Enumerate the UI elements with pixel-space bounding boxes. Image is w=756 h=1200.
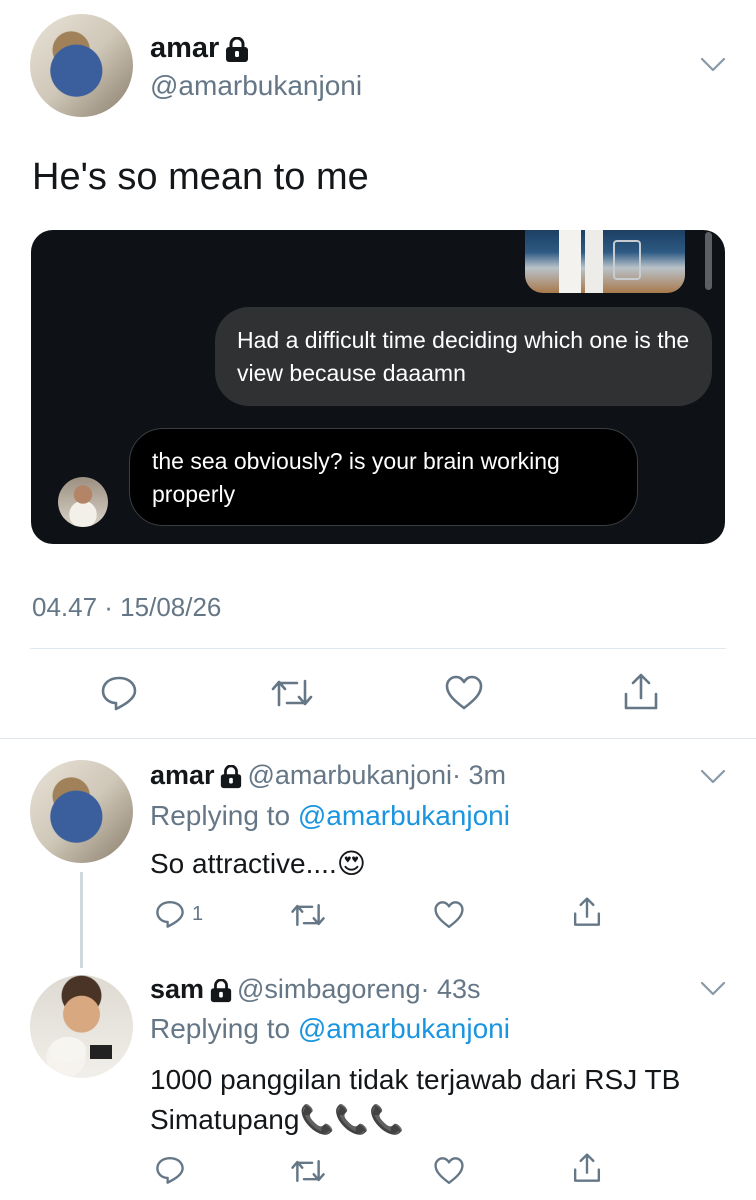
author-handle[interactable]: @simbagoreng: [237, 974, 421, 1004]
author-name[interactable]: amar: [150, 760, 215, 790]
avatar[interactable]: [30, 14, 133, 117]
author-name[interactable]: sam: [150, 974, 204, 1004]
reply-header: amar @amarbukanjoni· 3m: [150, 760, 506, 794]
retweet-icon[interactable]: [290, 1157, 326, 1185]
tweet-text: He's so mean to me: [32, 156, 369, 198]
tweet-author[interactable]: amar: [150, 32, 250, 68]
reply-text-body: 1000 panggilan tidak terjawab dari RSJ T…: [150, 1064, 681, 1135]
telephone-emoji: 📞📞📞: [299, 1104, 405, 1135]
lock-icon: [209, 978, 233, 1008]
message-received: the sea obviously? is your brain working…: [129, 428, 638, 526]
chevron-down-icon[interactable]: [700, 980, 726, 998]
reply-text: So attractive....😍: [150, 844, 366, 884]
author-handle[interactable]: @amarbukanjoni: [150, 70, 362, 102]
reply-header: sam @simbagoreng· 43s: [150, 974, 481, 1008]
divider: [0, 738, 756, 739]
like-icon[interactable]: [433, 1156, 465, 1186]
media-card[interactable]: Had a difficult time deciding which one …: [31, 230, 725, 544]
reply-icon[interactable]: [155, 899, 185, 929]
share-icon[interactable]: [572, 1152, 602, 1184]
message-sent: Had a difficult time deciding which one …: [215, 307, 712, 406]
replying-to-link[interactable]: @amarbukanjoni: [298, 1013, 510, 1044]
lock-icon: [224, 36, 250, 68]
reply-count: 1: [192, 903, 204, 925]
lock-icon: [219, 764, 243, 794]
retweet-icon[interactable]: [290, 901, 326, 929]
replying-to-link[interactable]: @amarbukanjoni: [298, 800, 510, 831]
reply-text: 1000 panggilan tidak terjawab dari RSJ T…: [150, 1060, 710, 1140]
avatar[interactable]: [30, 760, 133, 863]
heart-eyes-emoji: 😍: [336, 848, 366, 879]
like-icon[interactable]: [444, 674, 484, 712]
chevron-down-icon[interactable]: [700, 768, 726, 786]
tweet-timestamp[interactable]: 04.47 · 15/08/26: [32, 592, 221, 623]
scrollbar[interactable]: [705, 232, 712, 290]
reply-icon[interactable]: [100, 674, 138, 712]
share-icon[interactable]: [572, 896, 602, 928]
replying-to: Replying to @amarbukanjoni: [150, 1013, 510, 1045]
message-sent-text: Had a difficult time deciding which one …: [237, 327, 690, 386]
reply-icon[interactable]: [155, 1155, 185, 1185]
avatar: [58, 477, 108, 527]
share-icon[interactable]: [622, 672, 660, 712]
like-icon[interactable]: [433, 900, 465, 930]
reply-time: · 3m: [451, 760, 506, 790]
divider: [30, 648, 726, 649]
reply-time: · 43s: [420, 974, 481, 1004]
message-received-text: the sea obviously? is your brain working…: [152, 448, 560, 507]
photo-thumbnail: [525, 230, 685, 293]
replying-to: Replying to @amarbukanjoni: [150, 800, 510, 832]
chevron-down-icon[interactable]: [700, 56, 726, 74]
author-handle[interactable]: @amarbukanjoni: [247, 760, 452, 790]
replying-prefix: Replying to: [150, 1013, 291, 1044]
replying-prefix: Replying to: [150, 800, 291, 831]
author-name: amar: [150, 32, 220, 64]
retweet-icon[interactable]: [270, 676, 314, 710]
reply-text-body: So attractive....: [150, 848, 337, 879]
avatar[interactable]: [30, 975, 133, 1078]
thread-line: [80, 872, 83, 968]
